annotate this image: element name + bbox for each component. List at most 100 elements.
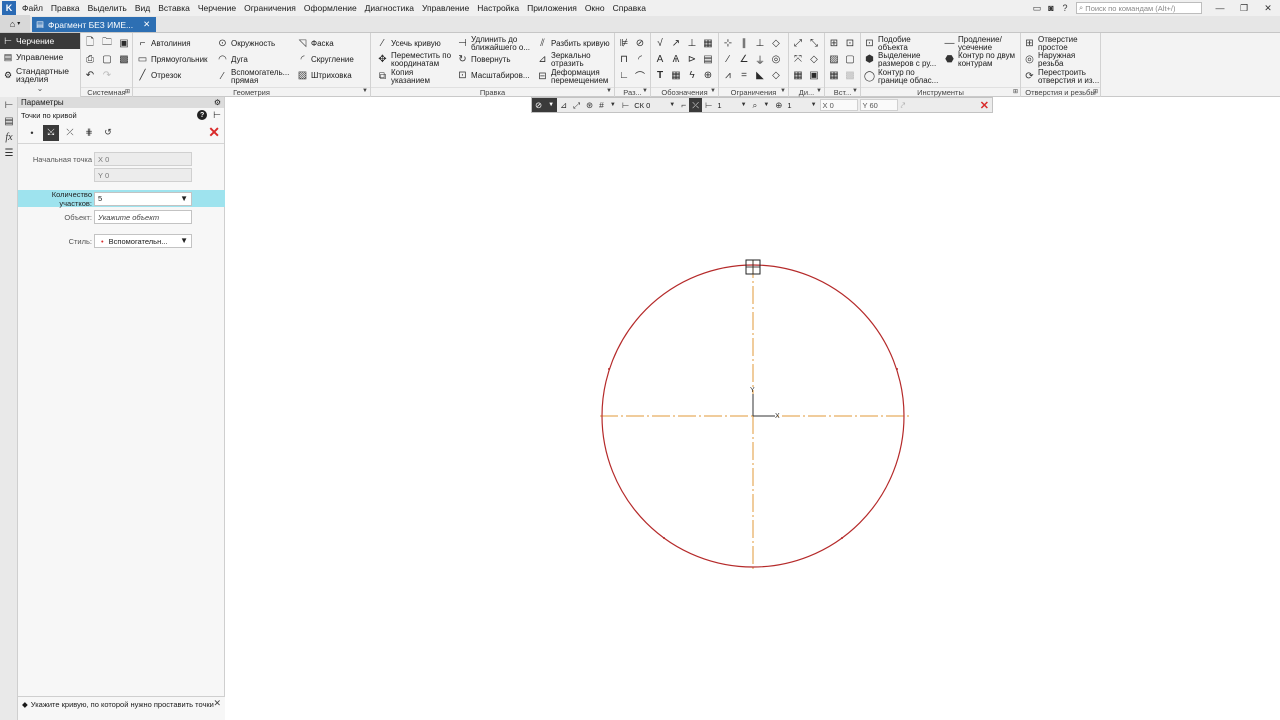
segment-count-field[interactable]: 5 ▼ — [94, 191, 192, 206]
cmd-extend[interactable]: ⊣ Удлинить до ближайшего о... — [457, 36, 537, 52]
home-button[interactable]: ⌂ ▾ — [0, 15, 30, 32]
round-icon[interactable]: ⤫ — [689, 98, 703, 112]
cursor-step-value[interactable]: 1 — [715, 101, 723, 110]
menu-management[interactable]: Управление — [418, 3, 473, 13]
measure-length-icon[interactable]: ⤧ — [791, 52, 805, 66]
close-tab-icon[interactable]: ✕ — [143, 19, 150, 30]
cmd-arc[interactable]: ◠ Дуга — [217, 54, 248, 65]
restore-icon[interactable]: ❐ — [1232, 0, 1256, 16]
orthogonal-icon[interactable]: ⌐ — [678, 98, 689, 112]
label-a-icon[interactable]: A — [653, 52, 667, 66]
measure-distance-icon[interactable]: ⤢ — [791, 36, 805, 50]
command-search[interactable]: ⌕ Поиск по командам (Alt+/) — [1076, 2, 1202, 14]
horizontal-icon[interactable]: ◣ — [753, 68, 767, 82]
chevron-down-icon[interactable]: ▼ — [180, 236, 188, 245]
point-distance-icon[interactable]: ↺ — [100, 125, 116, 141]
cmd-select-dims[interactable]: ⬢ Выделение размеров с ру... — [864, 52, 946, 68]
tree-icon[interactable]: ⊢ — [0, 97, 18, 113]
cmd-deform[interactable]: ⊟ Деформация перемещением — [537, 69, 623, 85]
insert-fragment-icon[interactable]: ⊞ — [827, 36, 841, 50]
help-circle-icon[interactable]: ? — [1058, 2, 1072, 14]
mode-standard-parts[interactable]: ⚙ Стандартные изделия — [0, 65, 80, 85]
lightning-icon[interactable]: ϟ — [685, 68, 699, 82]
group-tools-settings-icon[interactable]: ⊞ — [1013, 88, 1018, 95]
drawing-canvas[interactable]: Y X — [226, 97, 1280, 720]
menu-insert[interactable]: Вставка — [154, 3, 194, 13]
expand-marks-icon[interactable]: ▼ — [710, 88, 716, 94]
minimize-icon[interactable]: — — [1208, 0, 1232, 16]
help-icon[interactable]: ? — [197, 110, 208, 120]
cmd-contour-two[interactable]: ⬣ Контур по двум контурам — [944, 52, 1018, 68]
cmd-contour-border[interactable]: ◯ Контур по границе облас... — [864, 69, 946, 85]
cmd-mirror[interactable]: ⊿ Зеркально отразить — [537, 52, 611, 68]
symmetric-icon[interactable]: ⩘ — [721, 68, 735, 82]
zoom-icon[interactable]: ⌕ — [750, 98, 761, 112]
cmd-copy[interactable]: ⧉ Копия указанием — [377, 69, 441, 85]
insert-image-icon[interactable]: ▨ — [827, 52, 841, 66]
open-folder-icon[interactable]: 🗀 — [100, 36, 114, 50]
table-mark-icon[interactable]: ▤ — [701, 52, 715, 66]
tree-view-icon[interactable]: ⊢ — [213, 110, 221, 121]
cmd-external-thread[interactable]: ◎ Наружная резьба — [1024, 52, 1088, 68]
cmd-move-coords[interactable]: ✥ Переместить по координатам — [377, 52, 457, 68]
group-settings-icon[interactable]: ⊞ — [125, 88, 130, 95]
cmd-hatch[interactable]: ▨ Штриховка — [297, 70, 352, 81]
base-icon[interactable]: ⊥ — [685, 36, 699, 50]
undo-icon[interactable]: ↶ — [83, 68, 97, 82]
menu-drawing[interactable]: Черчение — [194, 3, 240, 13]
gear-icon[interactable]: ⚙ — [214, 98, 221, 107]
equal-icon[interactable]: = — [737, 68, 751, 82]
roughness-icon[interactable]: √ — [653, 36, 667, 50]
snap-icon[interactable]: ⊘ — [532, 98, 546, 112]
tangent-icon[interactable]: ◇ — [769, 36, 783, 50]
center-mark-icon[interactable]: ⊕ — [701, 68, 715, 82]
points-on-curve-icon[interactable]: ⤩ — [43, 124, 59, 141]
menu-file[interactable]: Файл — [18, 3, 47, 13]
pin-icon[interactable]: ⤤ — [898, 98, 909, 112]
concentric-icon[interactable]: ◎ — [769, 52, 783, 66]
coordinate-system-value[interactable]: СК 0 — [632, 101, 652, 110]
insert-view-icon[interactable]: ⊡ — [843, 36, 857, 50]
insert-drawing-icon[interactable]: ▦ — [827, 68, 841, 82]
parallel-icon[interactable]: ∥ — [737, 36, 751, 50]
layers-icon[interactable]: ▤ — [0, 113, 18, 129]
app-logo[interactable]: K — [2, 1, 16, 15]
points-all-intersect-icon[interactable]: ⋕ — [81, 125, 97, 141]
view-icon[interactable]: ⊛ — [583, 98, 596, 112]
menu-format[interactable]: Оформление — [300, 3, 361, 13]
close-window-icon[interactable]: ✕ — [1256, 0, 1280, 16]
measure-area-icon[interactable]: ◇ — [807, 52, 821, 66]
cut-line-icon[interactable]: ⊳ — [685, 52, 699, 66]
menu-constraints[interactable]: Ограничения — [240, 3, 300, 13]
save-icon[interactable]: ▣ — [117, 36, 131, 50]
cmd-trim[interactable]: ⁄ Усечь кривую — [377, 38, 441, 49]
new-file-icon[interactable]: 🗋 — [83, 36, 97, 50]
dim-linear-icon[interactable]: ⊓ — [617, 52, 631, 66]
cmd-similar-object[interactable]: ⊡ Подобие объекта — [864, 36, 918, 52]
point-mode-icon[interactable]: • — [24, 125, 40, 141]
save-as-icon[interactable]: ▩ — [117, 52, 131, 66]
cursor-x-field[interactable]: X 0 — [819, 99, 858, 111]
chevron-down-icon[interactable]: ▼ — [607, 98, 619, 112]
local-snap-icon[interactable]: ⊿ — [557, 98, 570, 112]
text-icon[interactable]: T — [653, 68, 667, 82]
dim-diameter-icon[interactable]: ⊘ — [633, 36, 647, 50]
cmd-rectangle[interactable]: ▭ Прямоугольник — [137, 54, 208, 65]
grid-icon[interactable]: # — [596, 98, 607, 112]
chevron-down-icon[interactable]: ▼ — [760, 98, 772, 112]
vertical-icon[interactable]: ◇ — [769, 68, 783, 82]
document-tab[interactable]: ▤ Фрагмент БЕЗ ИМЕ... ✕ — [32, 17, 157, 32]
expand-constraints-icon[interactable]: ▼ — [780, 88, 786, 94]
chevron-down-icon[interactable]: ▼ — [808, 98, 820, 112]
cmd-autoline[interactable]: ⌐ Автолиния — [137, 38, 191, 49]
info-icon[interactable]: ▣ — [807, 68, 821, 82]
step-icon[interactable]: ⊢ — [702, 98, 715, 112]
leader-icon[interactable]: ↗ — [669, 36, 683, 50]
menu-help[interactable]: Справка — [609, 3, 650, 13]
start-y-field[interactable]: Y 0 — [94, 168, 192, 182]
camera-icon[interactable]: ◙ — [1044, 2, 1058, 14]
menu-diagnostics[interactable]: Диагностика — [361, 3, 418, 13]
expand-edit-icon[interactable]: ▼ — [606, 88, 612, 94]
cmd-split-curve[interactable]: ⫽ Разбить кривую — [537, 38, 609, 49]
start-x-field[interactable]: X 0 — [94, 152, 192, 166]
